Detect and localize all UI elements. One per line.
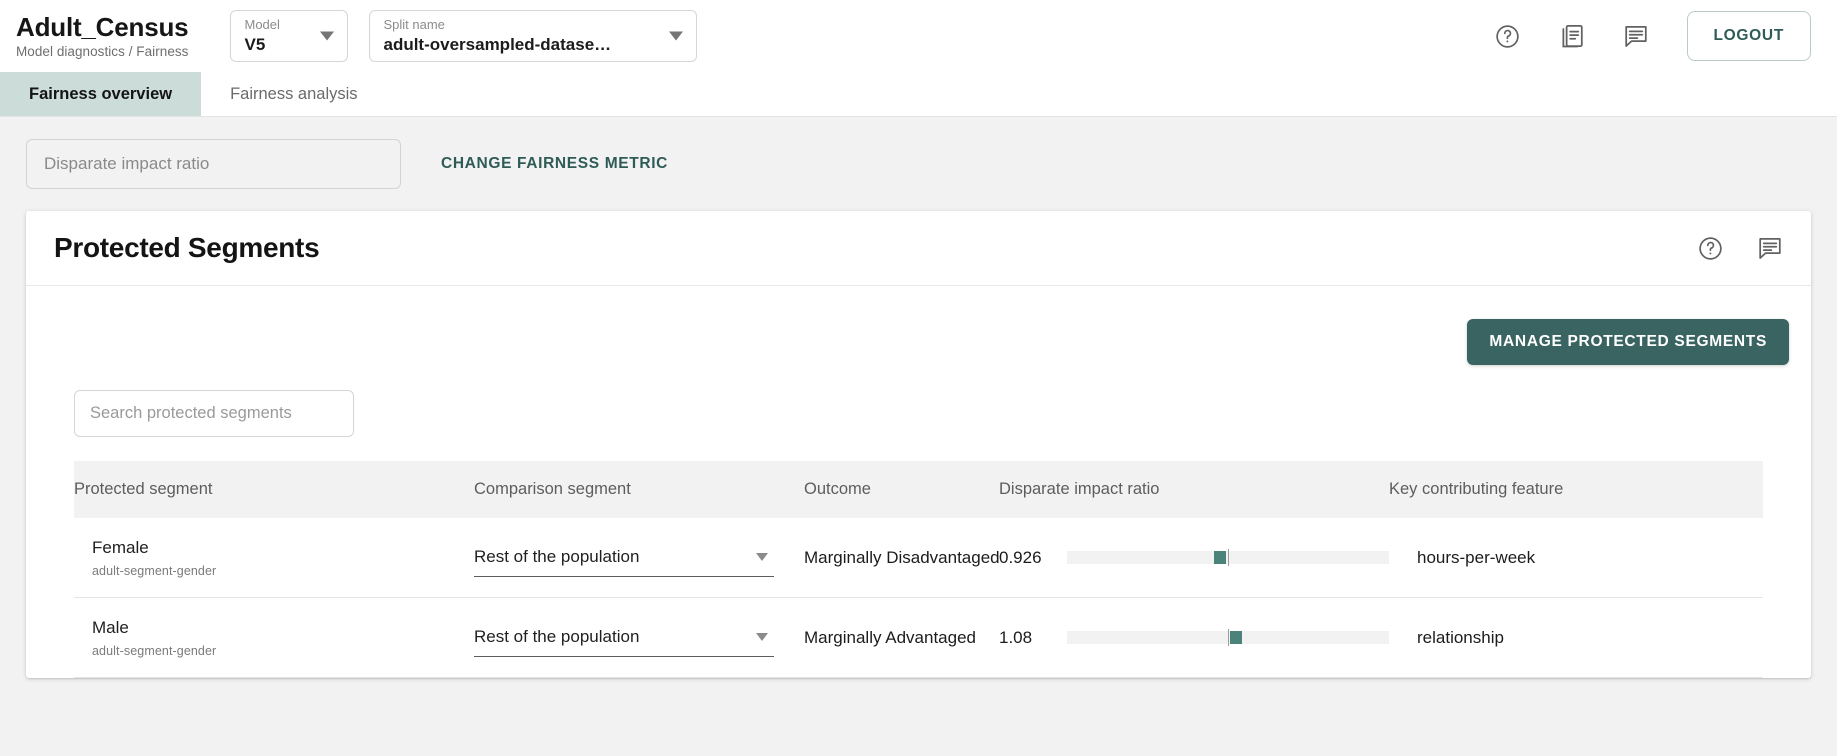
segment-source: adult-segment-gender xyxy=(92,564,217,579)
ratio-gauge-marker xyxy=(1213,551,1226,565)
card-header: Protected Segments xyxy=(26,211,1811,286)
logout-button[interactable]: LOGOUT xyxy=(1686,11,1811,61)
ratio-gauge-center-line xyxy=(1228,629,1229,647)
search-protected-segments-input[interactable] xyxy=(74,390,354,437)
chevron-down-icon xyxy=(756,553,768,562)
page-title: Adult_Census xyxy=(16,11,189,42)
ratio-value: 0.926 xyxy=(999,547,1042,567)
manage-protected-segments-button[interactable]: MANAGE PROTECTED SEGMENTS xyxy=(1467,319,1789,365)
segment-name: Female xyxy=(92,538,149,557)
manage-row: MANAGE PROTECTED SEGMENTS xyxy=(26,286,1811,365)
protected-segments-table: Protected segment Comparison segment Out… xyxy=(74,461,1763,679)
key-feature-label: relationship xyxy=(1417,627,1504,647)
segment-source: adult-segment-gender xyxy=(92,644,217,659)
search-row xyxy=(26,365,1811,437)
split-selector-label: Split name xyxy=(383,17,445,33)
chevron-down-icon xyxy=(320,31,335,41)
cell-outcome: Marginally Advantaged xyxy=(804,597,999,679)
model-selector-label: Model xyxy=(244,17,280,33)
help-circle-icon[interactable] xyxy=(1493,21,1523,51)
cell-comparison-segment: Rest of the population xyxy=(474,518,804,599)
table-row: Male adult-segment-gender Rest of the po… xyxy=(74,597,1763,679)
cell-disparate-impact-ratio: 0.926 xyxy=(999,518,1389,599)
column-header-disparate-impact-ratio: Disparate impact ratio xyxy=(999,461,1389,518)
comparison-segment-value: Rest of the population xyxy=(474,627,640,647)
cell-key-contributing-feature: relationship xyxy=(1389,597,1763,679)
ratio-value: 1.08 xyxy=(999,627,1033,647)
change-fairness-metric-button[interactable]: CHANGE FAIRNESS METRIC xyxy=(441,155,668,173)
cell-protected-segment: Female adult-segment-gender xyxy=(74,518,474,599)
help-circle-icon[interactable] xyxy=(1695,233,1725,263)
chevron-down-icon xyxy=(669,31,684,41)
metric-bar: Disparate impact ratio CHANGE FAIRNESS M… xyxy=(26,139,1811,189)
cell-protected-segment: Male adult-segment-gender xyxy=(74,597,474,679)
column-header-protected-segment: Protected segment xyxy=(74,461,474,518)
cell-key-contributing-feature: hours-per-week xyxy=(1389,518,1763,599)
split-selector-value: adult-oversampled-datase… xyxy=(383,34,612,54)
column-header-key-contributing-feature: Key contributing feature xyxy=(1389,461,1763,518)
cell-disparate-impact-ratio: 1.08 xyxy=(999,597,1389,679)
ratio-gauge-center-line xyxy=(1228,549,1229,567)
outcome-label: Marginally Disadvantaged xyxy=(804,547,1000,567)
ratio-gauge-group: 1.08 xyxy=(999,628,1389,648)
tab-fairness-analysis[interactable]: Fairness analysis xyxy=(201,72,386,116)
ratio-gauge xyxy=(1067,549,1389,567)
table-row: Female adult-segment-gender Rest of the … xyxy=(74,518,1763,599)
comment-icon[interactable] xyxy=(1621,21,1651,51)
comparison-segment-value: Rest of the population xyxy=(474,547,640,567)
card-title: Protected Segments xyxy=(54,232,320,263)
card-header-actions xyxy=(1695,233,1785,263)
card-body: MANAGE PROTECTED SEGMENTS Protected segm… xyxy=(26,286,1811,679)
top-bar-actions: LOGOUT xyxy=(1493,11,1811,61)
main-content: Disparate impact ratio CHANGE FAIRNESS M… xyxy=(0,117,1837,756)
table-header-row: Protected segment Comparison segment Out… xyxy=(74,461,1763,518)
tab-fairness-overview[interactable]: Fairness overview xyxy=(0,72,202,116)
ratio-gauge xyxy=(1067,629,1389,647)
cell-outcome: Marginally Disadvantaged xyxy=(804,518,1000,599)
tab-bar: Fairness overview Fairness analysis xyxy=(0,72,1837,117)
cell-comparison-segment: Rest of the population xyxy=(474,597,804,679)
outcome-label: Marginally Advantaged xyxy=(804,627,977,647)
app-title-block: Adult_Census Model diagnostics / Fairnes… xyxy=(14,11,189,60)
split-name-selector[interactable]: Split name adult-oversampled-datase… xyxy=(369,10,698,62)
model-selector[interactable]: Model V5 xyxy=(230,10,349,62)
protected-segments-card: Protected Segments MANAGE PROTECTED SEGM… xyxy=(26,211,1811,679)
documents-icon[interactable] xyxy=(1557,21,1587,51)
key-feature-label: hours-per-week xyxy=(1417,547,1536,567)
segment-name: Male xyxy=(92,618,129,638)
comparison-segment-select[interactable]: Rest of the population xyxy=(474,619,774,657)
column-header-outcome: Outcome xyxy=(804,461,999,518)
top-bar: Adult_Census Model diagnostics / Fairnes… xyxy=(0,0,1837,72)
fairness-metric-field[interactable]: Disparate impact ratio xyxy=(26,139,401,189)
ratio-gauge-marker xyxy=(1229,631,1242,645)
chevron-down-icon xyxy=(756,633,768,642)
comparison-segment-select[interactable]: Rest of the population xyxy=(474,539,774,577)
column-header-comparison-segment: Comparison segment xyxy=(474,461,804,518)
ratio-gauge-group: 0.926 xyxy=(999,548,1389,568)
breadcrumb: Model diagnostics / Fairness xyxy=(16,44,189,60)
comment-icon[interactable] xyxy=(1755,233,1785,263)
table-body: Female adult-segment-gender Rest of the … xyxy=(74,518,1763,679)
table-header: Protected segment Comparison segment Out… xyxy=(74,461,1763,518)
model-selector-value: V5 xyxy=(244,34,266,54)
